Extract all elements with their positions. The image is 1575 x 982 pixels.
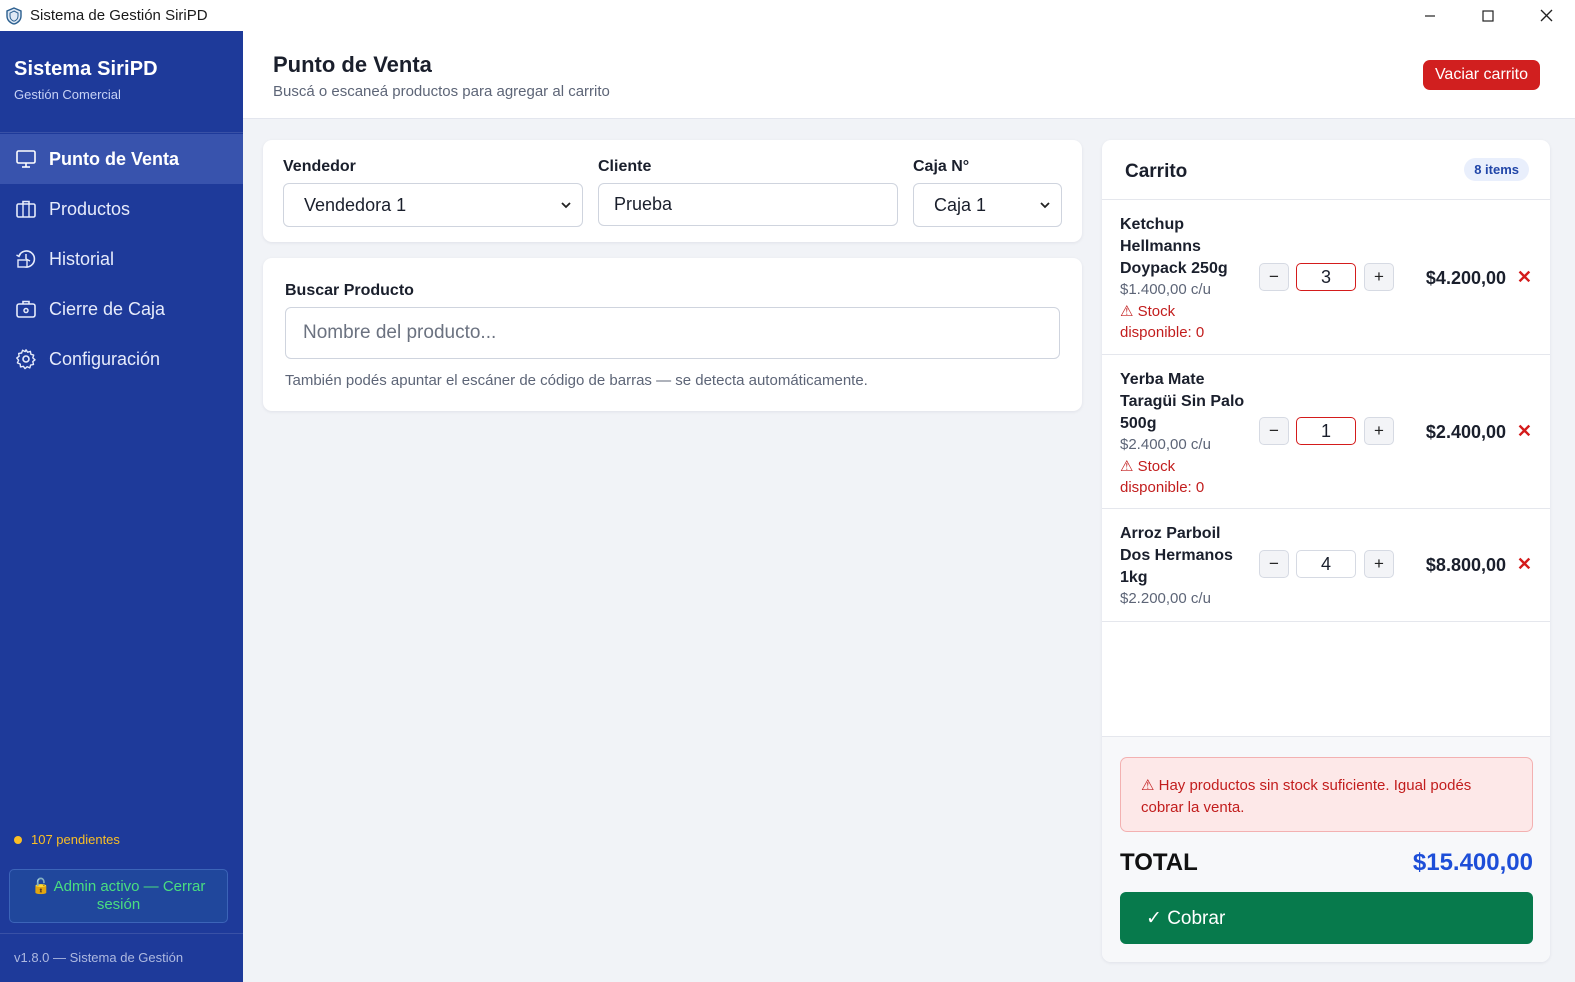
brand: Sistema SiriPD Gestión Comercial	[0, 31, 243, 133]
monitor-icon	[14, 147, 38, 171]
cart-item: Arroz Parboil Dos Hermanos 1kg $2.200,00…	[1102, 509, 1550, 622]
page-subtitle: Buscá o escaneá productos para agregar a…	[273, 83, 610, 100]
minimize-button[interactable]	[1401, 0, 1459, 31]
close-button[interactable]	[1517, 0, 1575, 31]
increase-qty-button[interactable]: +	[1364, 417, 1394, 445]
empty-cart-button[interactable]: Vaciar carrito	[1422, 60, 1540, 90]
cart-item-name: Ketchup Hellmanns Doypack 250g	[1120, 216, 1228, 277]
register-value: Caja 1	[934, 194, 987, 215]
sidebar-item-cierre-de-caja[interactable]: Cierre de Caja	[0, 284, 243, 334]
sidebar-item-punto-de-venta[interactable]: Punto de Venta	[0, 134, 243, 184]
cart-title: Carrito	[1125, 161, 1188, 182]
total-value: $15.400,00	[1412, 849, 1533, 876]
version-label: v1.8.0 — Sistema de Gestión	[0, 933, 243, 982]
maximize-icon	[1482, 9, 1494, 22]
page-title: Punto de Venta	[273, 52, 432, 77]
minimize-icon	[1425, 14, 1435, 17]
register-label: Caja N°	[913, 158, 970, 175]
register-select[interactable]: Caja 1	[913, 183, 1062, 227]
cart-item-unit-price: $1.400,00 c/u	[1120, 281, 1211, 298]
decrease-qty-button[interactable]: −	[1259, 263, 1289, 291]
pending-indicator: 107 pendientes	[14, 832, 120, 847]
window-title: Sistema de Gestión SiriPD	[30, 7, 208, 24]
cart-item-total: $4.200,00	[1425, 268, 1506, 288]
sidebar-item-label: Historial	[49, 248, 115, 269]
scanner-hint: También podés apuntar el escáner de códi…	[285, 372, 868, 389]
brand-subtitle: Gestión Comercial	[14, 87, 121, 102]
cart-panel: Carrito 8 items Ketchup Hellmanns Doypac…	[1102, 140, 1550, 962]
qty-input[interactable]: 4	[1296, 550, 1356, 578]
gear-icon	[14, 347, 38, 371]
sale-details-card: Vendedor Vendedora 1 Cliente Prueba Caja…	[263, 140, 1082, 242]
sidebar-item-configuracion[interactable]: Configuración	[0, 334, 243, 384]
cart-item: Ketchup Hellmanns Doypack 250g $1.400,00…	[1102, 200, 1550, 355]
window-titlebar: Sistema de Gestión SiriPD	[0, 0, 1575, 31]
cart-item: Yerba Mate Taragüi Sin Palo 500g $2.400,…	[1102, 355, 1550, 509]
cart-footer: ⚠ Hay productos sin stock suficiente. Ig…	[1102, 736, 1550, 962]
total-label: TOTAL	[1120, 849, 1198, 876]
status-dot	[14, 835, 22, 844]
cashbox-icon	[14, 297, 38, 321]
sidebar-item-label: Cierre de Caja	[49, 298, 166, 319]
cart-item-stock-warning: ⚠ Stock disponible: 0	[1120, 458, 1205, 496]
cart-item-unit-price: $2.400,00 c/u	[1120, 436, 1211, 453]
cart-header: Carrito 8 items	[1102, 140, 1550, 200]
cart-count-badge: 8 items	[1464, 158, 1529, 181]
vendor-select[interactable]: Vendedora 1	[283, 183, 583, 227]
cart-item-name: Yerba Mate Taragüi Sin Palo 500g	[1120, 371, 1245, 432]
search-label: Buscar Producto	[285, 282, 414, 299]
sidebar-item-label: Productos	[49, 198, 131, 219]
close-icon	[1540, 9, 1552, 22]
decrease-qty-button[interactable]: −	[1259, 417, 1289, 445]
brand-title: Sistema SiriPD	[14, 58, 158, 80]
pending-count: 107 pendientes	[31, 832, 120, 847]
increase-qty-button[interactable]: +	[1364, 550, 1394, 578]
decrease-qty-button[interactable]: −	[1259, 550, 1289, 578]
client-value: Prueba	[614, 194, 673, 214]
cart-item-stock-warning: ⚠ Stock disponible: 0	[1120, 303, 1205, 341]
cart-item-name: Arroz Parboil Dos Hermanos 1kg	[1120, 525, 1233, 586]
page-header: Punto de Venta Buscá o escaneá productos…	[243, 31, 1575, 119]
remove-item-button[interactable]: ✕	[1517, 267, 1532, 288]
sidebar-nav: Punto de Venta Productos Historial Cierr…	[0, 134, 243, 384]
cart-item-total: $2.400,00	[1425, 422, 1506, 442]
history-icon	[14, 247, 38, 271]
sidebar-item-historial[interactable]: Historial	[0, 234, 243, 284]
increase-qty-button[interactable]: +	[1364, 263, 1394, 291]
briefcase-icon	[14, 197, 38, 221]
stock-alert: ⚠ Hay productos sin stock suficiente. Ig…	[1120, 757, 1533, 832]
sidebar-item-label: Configuración	[49, 348, 161, 369]
qty-input[interactable]: 3	[1296, 263, 1356, 291]
vendor-value: Vendedora 1	[304, 194, 407, 215]
sidebar: Sistema SiriPD Gestión Comercial Punto d…	[0, 31, 243, 982]
cart-item-total: $8.800,00	[1425, 555, 1506, 575]
shield-app-icon	[4, 6, 24, 26]
charge-button[interactable]: ✓ Cobrar	[1120, 892, 1533, 944]
remove-item-button[interactable]: ✕	[1517, 421, 1532, 442]
chevron-down-icon	[1040, 202, 1050, 209]
sidebar-item-productos[interactable]: Productos	[0, 184, 243, 234]
chevron-down-icon	[561, 202, 571, 209]
admin-logout-button[interactable]: 🔓 Admin activo — Cerrar sesión	[9, 869, 228, 923]
search-input[interactable]: Nombre del producto...	[285, 307, 1060, 359]
client-input[interactable]: Prueba	[598, 183, 898, 226]
client-label: Cliente	[598, 158, 652, 175]
qty-input[interactable]: 1	[1296, 417, 1356, 445]
product-search-card: Buscar Producto Nombre del producto... T…	[263, 258, 1082, 411]
sidebar-item-label: Punto de Venta	[49, 148, 180, 169]
remove-item-button[interactable]: ✕	[1517, 554, 1532, 575]
search-placeholder: Nombre del producto...	[303, 322, 497, 343]
maximize-button[interactable]	[1459, 0, 1517, 31]
cart-item-unit-price: $2.200,00 c/u	[1120, 590, 1211, 607]
vendor-label: Vendedor	[283, 158, 356, 175]
